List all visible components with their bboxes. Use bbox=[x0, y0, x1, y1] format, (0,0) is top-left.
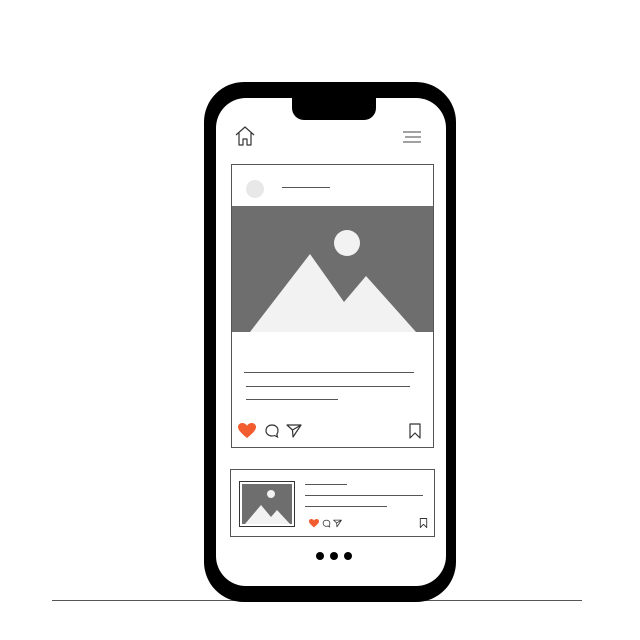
post-thumbnail[interactable] bbox=[239, 481, 295, 527]
comment-icon[interactable] bbox=[264, 423, 280, 439]
post-card-preview bbox=[230, 469, 435, 537]
phone-notch bbox=[292, 98, 376, 120]
page-dot bbox=[344, 552, 352, 560]
page-dot bbox=[316, 552, 324, 560]
username-placeholder bbox=[282, 187, 330, 188]
send-icon[interactable] bbox=[286, 423, 302, 439]
bookmark-icon[interactable] bbox=[419, 517, 428, 529]
avatar[interactable] bbox=[246, 180, 264, 198]
hamburger-menu-icon[interactable] bbox=[402, 130, 422, 144]
page-dot bbox=[330, 552, 338, 560]
post-card bbox=[231, 164, 434, 448]
caption-line bbox=[246, 399, 338, 400]
bookmark-icon[interactable] bbox=[408, 423, 422, 439]
phone-screen bbox=[216, 98, 446, 586]
heart-icon[interactable] bbox=[309, 519, 319, 528]
caption-line bbox=[246, 386, 410, 387]
more-dots-icon[interactable] bbox=[316, 552, 352, 560]
home-icon[interactable] bbox=[234, 125, 256, 147]
caption-line bbox=[305, 506, 387, 507]
title-line bbox=[305, 484, 347, 485]
post-actions bbox=[238, 423, 428, 439]
post-image[interactable] bbox=[232, 206, 433, 332]
heart-icon[interactable] bbox=[238, 423, 256, 439]
phone-frame bbox=[204, 82, 456, 602]
post-actions bbox=[309, 517, 429, 529]
caption-line bbox=[305, 495, 423, 496]
caption-line bbox=[244, 372, 414, 373]
send-icon[interactable] bbox=[333, 519, 342, 528]
comment-icon[interactable] bbox=[322, 519, 331, 528]
